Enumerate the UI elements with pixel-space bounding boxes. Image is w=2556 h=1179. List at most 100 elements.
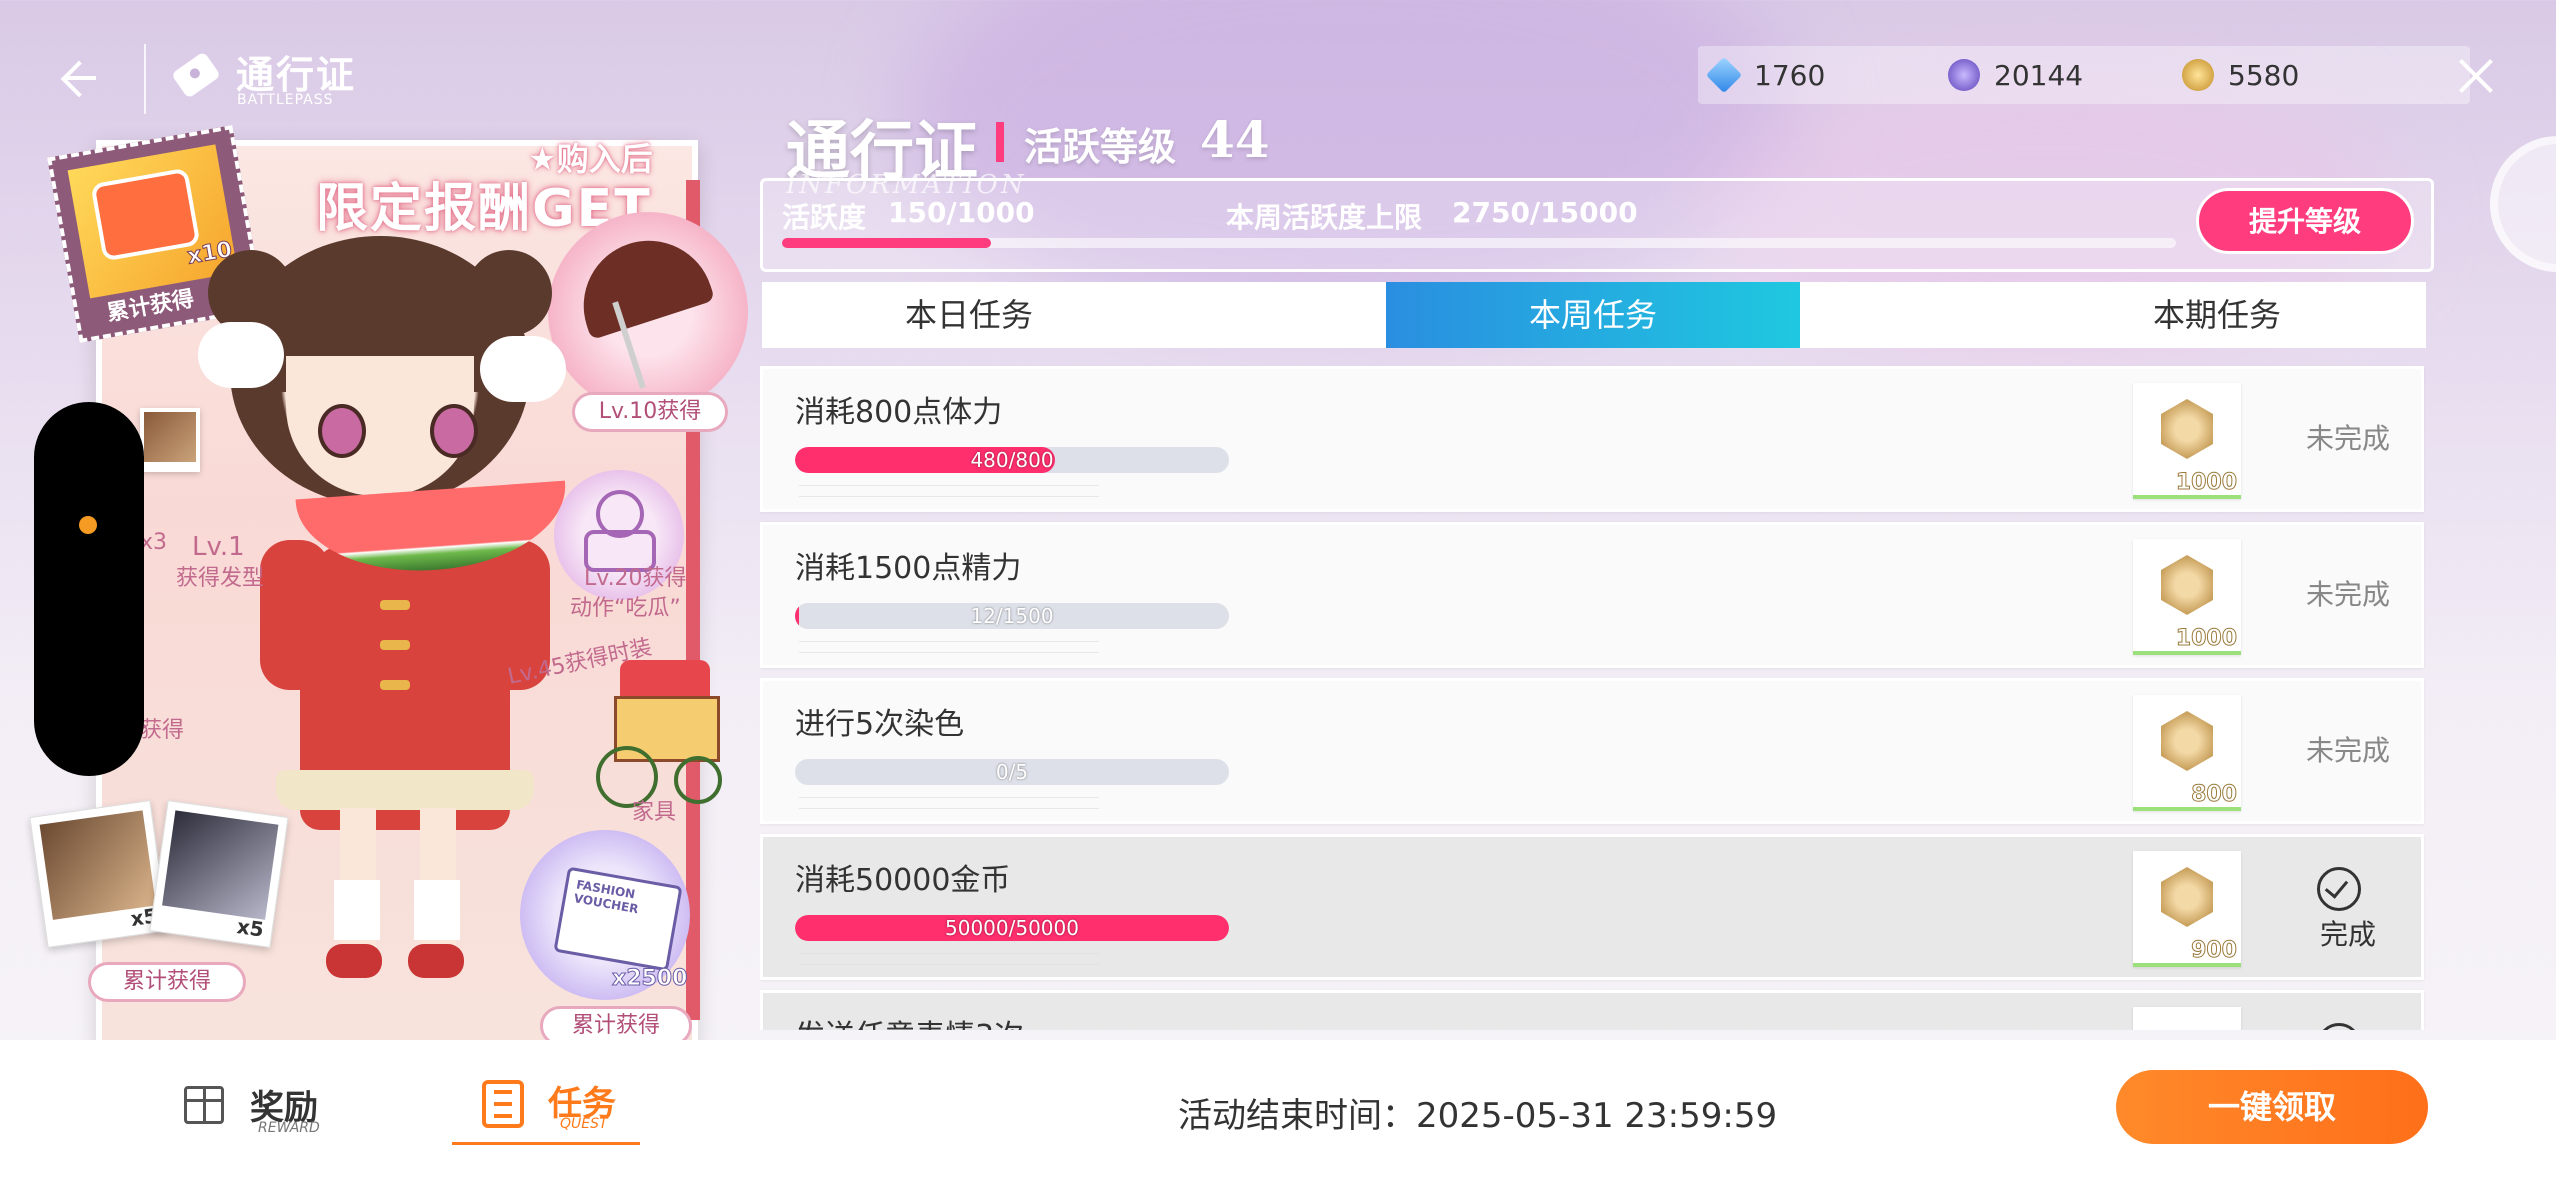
dress-button bbox=[380, 680, 410, 690]
activity-value: 150/1000 bbox=[888, 196, 1035, 229]
purple-orb-icon bbox=[1948, 59, 1980, 91]
ticket-icon bbox=[170, 50, 222, 102]
title-accent-bar bbox=[996, 122, 1004, 162]
task-list[interactable]: 消耗800点体力 480/800 1000 未完成 消耗1500点精力 12/1… bbox=[760, 364, 2428, 1030]
page-title: 通行证 bbox=[236, 53, 357, 97]
list-item: 消耗50000金币 50000/50000 900 完成 bbox=[760, 834, 2424, 980]
photo-count: x5 bbox=[235, 914, 266, 942]
task-progress-text: 12/1500 bbox=[970, 604, 1054, 628]
header-divider bbox=[144, 44, 146, 114]
furniture-reward[interactable] bbox=[590, 660, 722, 810]
task-name: 进行5次染色 bbox=[795, 707, 965, 742]
voucher-count: x2500 bbox=[611, 966, 688, 992]
character-hair-ornament bbox=[198, 322, 284, 388]
gold-coin-icon bbox=[2182, 59, 2214, 91]
fine-print bbox=[799, 953, 1099, 965]
task-reward[interactable]: 900 bbox=[2133, 851, 2241, 967]
nav-quest[interactable]: 任务 QUEST bbox=[452, 1072, 642, 1146]
check-icon bbox=[2317, 867, 2361, 911]
dress-button bbox=[380, 640, 410, 650]
fine-print bbox=[799, 641, 1099, 653]
hairstyle-count: x3 bbox=[140, 530, 168, 555]
medal-icon bbox=[2161, 711, 2213, 771]
nav-active-underline bbox=[452, 1142, 640, 1145]
character-eye bbox=[318, 404, 366, 458]
reward-count: 1000 bbox=[2175, 470, 2237, 496]
character-shoe bbox=[408, 944, 464, 978]
task-reward[interactable]: 1000 bbox=[2133, 383, 2241, 499]
diamond-count: 1760 bbox=[1754, 58, 1826, 92]
umbrella-level-label: Lv.10获得 bbox=[572, 392, 728, 432]
list-item: 消耗800点体力 480/800 1000 未完成 bbox=[760, 366, 2424, 512]
weekly-cap-value: 2750/15000 bbox=[1452, 196, 1638, 229]
photo-label: 累计获得 bbox=[88, 962, 246, 1002]
page-subtitle: BATTLEPASS bbox=[237, 92, 334, 108]
task-name: 发送任意表情3次 bbox=[795, 1011, 1024, 1030]
task-reward[interactable]: 1000 bbox=[2133, 539, 2241, 655]
nav-quest-sub: QUEST bbox=[560, 1116, 608, 1132]
task-name: 消耗800点体力 bbox=[795, 395, 1003, 430]
task-progress-text: 0/5 bbox=[995, 760, 1029, 784]
hairstyle-level: Lv.1 bbox=[192, 532, 245, 562]
medal-icon bbox=[2161, 555, 2213, 615]
character-shoe bbox=[326, 944, 382, 978]
obtain-label: 获得 bbox=[140, 718, 185, 743]
fine-print bbox=[799, 485, 1099, 497]
task-status: 完成 bbox=[2319, 918, 2376, 951]
tab-weekly[interactable]: 本周任务 bbox=[1386, 282, 1800, 348]
photo-reward-1[interactable]: x5 bbox=[29, 800, 169, 948]
list-item: 进行5次染色 0/5 800 未完成 bbox=[760, 678, 2424, 824]
character-sock bbox=[334, 880, 380, 940]
nav-reward[interactable]: 奖励 REWARD bbox=[184, 1076, 344, 1136]
activity-progress-fill bbox=[782, 238, 992, 248]
weekly-cap-label: 本周活跃度上限 bbox=[1226, 201, 1423, 234]
task-reward[interactable] bbox=[2133, 1007, 2241, 1030]
quest-list-icon bbox=[482, 1080, 524, 1128]
coin-count: 5580 bbox=[2228, 58, 2300, 92]
task-status: 未完成 bbox=[2305, 578, 2390, 611]
voucher-text: FASHION VOUCHER bbox=[572, 877, 640, 917]
claim-all-button[interactable]: 一键领取 bbox=[2116, 1070, 2428, 1144]
character-eye bbox=[430, 404, 478, 458]
task-name: 消耗50000金币 bbox=[795, 863, 1011, 898]
reward-count: 900 bbox=[2191, 938, 2238, 964]
currency-bar: 1760 20144 5580 bbox=[1698, 46, 2470, 104]
dress-button bbox=[380, 600, 410, 610]
hairstyle-label: 获得发型 bbox=[176, 566, 265, 591]
close-icon[interactable] bbox=[2452, 52, 2500, 100]
next-page-decor bbox=[2490, 136, 2556, 272]
reward-count: 800 bbox=[2191, 782, 2238, 808]
currency-diamond: 1760 bbox=[1705, 46, 1826, 104]
pose-label: 动作“吃瓜” bbox=[570, 596, 681, 621]
floating-panel[interactable] bbox=[34, 402, 144, 776]
pose-level: Lv.20获得 bbox=[584, 566, 687, 591]
task-reward[interactable]: 800 bbox=[2133, 695, 2241, 811]
back-arrow-icon[interactable] bbox=[52, 52, 104, 104]
task-progress-text: 480/800 bbox=[970, 448, 1054, 472]
orb-count: 20144 bbox=[1994, 58, 2084, 92]
hairstyle-reward[interactable] bbox=[140, 408, 200, 472]
character-dress-hem bbox=[276, 770, 534, 810]
photo-reward-2[interactable]: x5 bbox=[149, 800, 289, 948]
task-name: 消耗1500点精力 bbox=[795, 551, 1022, 586]
currency-orb: 20144 bbox=[1948, 46, 2083, 104]
character-hair-ornament bbox=[480, 336, 566, 402]
furniture-label: 家具 bbox=[632, 800, 677, 825]
currency-coin: 5580 bbox=[2182, 46, 2299, 104]
tab-daily[interactable]: 本日任务 bbox=[762, 282, 1176, 348]
activity-progress-bar bbox=[782, 238, 2176, 248]
character-sock bbox=[414, 880, 460, 940]
upgrade-level-button[interactable]: 提升等级 bbox=[2196, 188, 2414, 254]
task-tabs: 本日任务 本周任务 本期任务 bbox=[762, 282, 2426, 348]
task-progress-bar: 480/800 bbox=[795, 447, 1229, 473]
activity-level-value: 44 bbox=[1200, 110, 1270, 169]
fine-print bbox=[799, 797, 1099, 809]
medal-icon bbox=[2161, 399, 2213, 459]
check-icon bbox=[2317, 1023, 2361, 1030]
tab-period[interactable]: 本期任务 bbox=[2010, 282, 2424, 348]
task-progress-bar: 0/5 bbox=[795, 759, 1229, 785]
event-end-time: 活动结束时间：2025-05-31 23:59:59 bbox=[1178, 1096, 1778, 1136]
list-item: 消耗1500点精力 12/1500 1000 未完成 bbox=[760, 522, 2424, 668]
list-item: 发送任意表情3次 bbox=[760, 990, 2424, 1030]
task-progress-text: 50000/50000 bbox=[945, 916, 1079, 940]
